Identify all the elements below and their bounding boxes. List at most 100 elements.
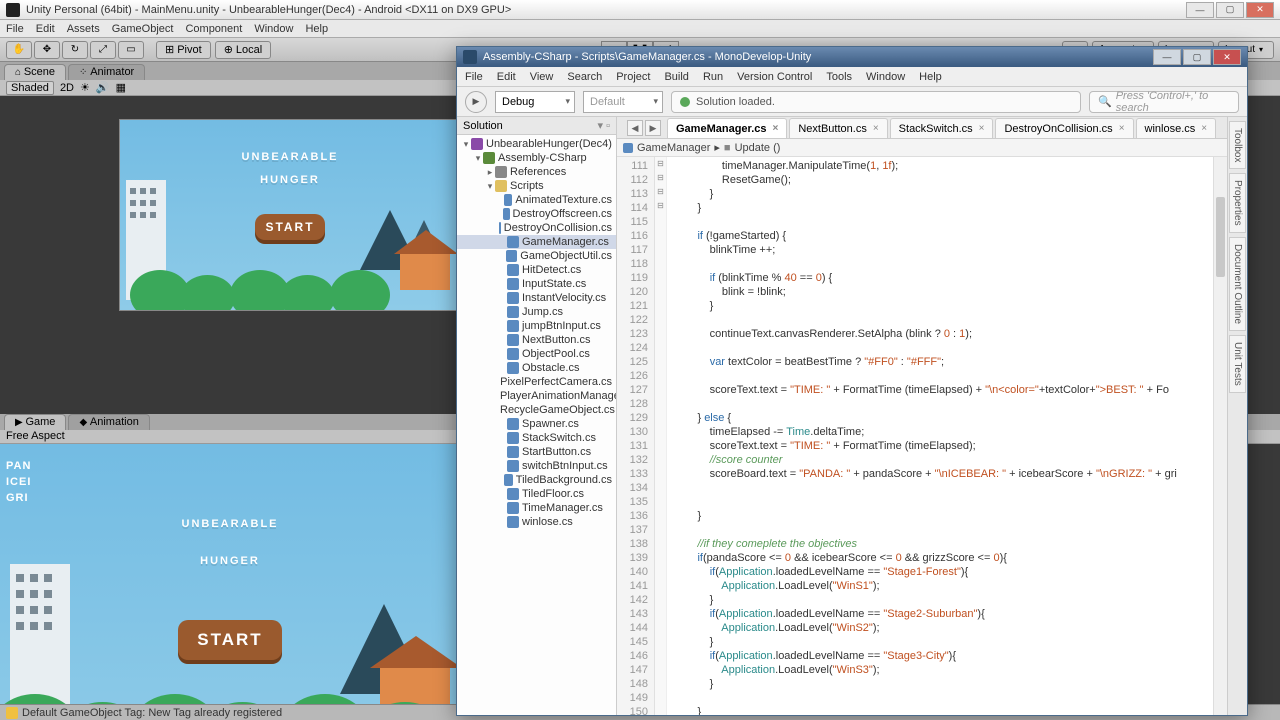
audio-toggle-icon[interactable]: 🔊 xyxy=(96,81,110,94)
search-input[interactable]: 🔍 Press 'Control+,' to search xyxy=(1089,91,1239,113)
menu-window[interactable]: Window xyxy=(254,23,293,35)
start-button[interactable]: START xyxy=(255,214,325,240)
minimize-button[interactable]: — xyxy=(1186,2,1214,18)
tab-game[interactable]: ▶ Game xyxy=(4,414,66,430)
tree-item[interactable]: PixelPerfectCamera.cs xyxy=(457,375,616,389)
run-button-icon[interactable]: ▶ xyxy=(465,91,487,113)
breadcrumb[interactable]: GameManager ▸ ■ Update () xyxy=(617,139,1227,157)
local-toggle[interactable]: ⊕Local xyxy=(215,41,272,59)
aspect-dropdown[interactable]: Free Aspect xyxy=(6,430,65,442)
menu-gameobject[interactable]: GameObject xyxy=(112,23,174,35)
editor-tab[interactable]: winlose.cs× xyxy=(1136,118,1217,138)
target-dropdown[interactable]: Default xyxy=(583,91,663,113)
scale-tool-icon[interactable]: ⤢ xyxy=(90,41,116,59)
code-content[interactable]: timeManager.ManipulateTime(1, 1f); Reset… xyxy=(667,157,1227,715)
tree-item[interactable]: TiledFloor.cs xyxy=(457,487,616,501)
mono-minimize-button[interactable]: — xyxy=(1153,49,1181,65)
close-tab-icon[interactable]: × xyxy=(1119,123,1125,134)
tree-item[interactable]: StartButton.cs xyxy=(457,445,616,459)
tree-item[interactable]: Spawner.cs xyxy=(457,417,616,431)
side-tab-toolbox[interactable]: Toolbox xyxy=(1229,121,1246,169)
config-dropdown[interactable]: Debug xyxy=(495,91,575,113)
tree-item[interactable]: ▾Scripts xyxy=(457,179,616,193)
tree-item[interactable]: RecycleGameObject.cs xyxy=(457,403,616,417)
tree-item[interactable]: GameManager.cs xyxy=(457,235,616,249)
maximize-button[interactable]: ▢ xyxy=(1216,2,1244,18)
tree-item[interactable]: InstantVelocity.cs xyxy=(457,291,616,305)
panel-options-icon[interactable]: ▾ ▫ xyxy=(598,119,610,132)
2d-toggle[interactable]: 2D xyxy=(60,82,74,94)
start-button-large[interactable]: START xyxy=(178,620,282,660)
tree-item[interactable]: winlose.cs xyxy=(457,515,616,529)
side-tab-document-outline[interactable]: Document Outline xyxy=(1229,237,1246,331)
scrollbar-thumb[interactable] xyxy=(1216,197,1225,277)
nav-back-icon[interactable]: ◀ xyxy=(627,120,643,136)
menu-project[interactable]: Project xyxy=(616,71,650,83)
mono-titlebar[interactable]: Assembly-CSharp - Scripts\GameManager.cs… xyxy=(457,47,1247,67)
tree-item[interactable]: DestroyOffscreen.cs xyxy=(457,207,616,221)
tree-item[interactable]: jumpBtnInput.cs xyxy=(457,319,616,333)
mono-maximize-button[interactable]: ▢ xyxy=(1183,49,1211,65)
tree-item[interactable]: ▸References xyxy=(457,165,616,179)
tree-item[interactable]: TimeManager.cs xyxy=(457,501,616,515)
menu-file[interactable]: File xyxy=(6,23,24,35)
shading-dropdown[interactable]: Shaded xyxy=(6,81,54,95)
close-tab-icon[interactable]: × xyxy=(773,123,779,134)
tree-item[interactable]: ▾Assembly-CSharp xyxy=(457,151,616,165)
fx-toggle-icon[interactable]: ▦ xyxy=(116,81,126,94)
menu-help[interactable]: Help xyxy=(305,23,328,35)
vertical-scrollbar[interactable] xyxy=(1213,157,1227,715)
tab-animator[interactable]: ⁘ Animator xyxy=(68,64,145,80)
code-editor[interactable]: 111 112 113 114 115 116 117 118 119 120 … xyxy=(617,157,1227,715)
tree-item[interactable]: GameObjectUtil.cs xyxy=(457,249,616,263)
tree-item[interactable]: StackSwitch.cs xyxy=(457,431,616,445)
rotate-tool-icon[interactable]: ↻ xyxy=(62,41,88,59)
rect-tool-icon[interactable]: ▭ xyxy=(118,41,144,59)
hand-tool-icon[interactable]: ✋ xyxy=(6,41,32,59)
close-tab-icon[interactable]: × xyxy=(873,123,879,134)
tree-item[interactable]: AnimatedTexture.cs xyxy=(457,193,616,207)
fold-gutter[interactable]: ⊟ ⊟ ⊟ ⊟ xyxy=(655,157,667,715)
menu-run[interactable]: Run xyxy=(703,71,723,83)
menu-component[interactable]: Component xyxy=(185,23,242,35)
side-tab-properties[interactable]: Properties xyxy=(1229,173,1246,233)
tree-item[interactable]: Jump.cs xyxy=(457,305,616,319)
light-toggle-icon[interactable]: ☀ xyxy=(80,81,90,94)
tree-item[interactable]: ▾UnbearableHunger(Dec4) xyxy=(457,137,616,151)
move-tool-icon[interactable]: ✥ xyxy=(34,41,60,59)
solution-tree[interactable]: ▾UnbearableHunger(Dec4)▾Assembly-CSharp▸… xyxy=(457,135,616,715)
mono-close-button[interactable]: ✕ xyxy=(1213,49,1241,65)
tree-item[interactable]: NextButton.cs xyxy=(457,333,616,347)
menu-build[interactable]: Build xyxy=(664,71,688,83)
tree-item[interactable]: HitDetect.cs xyxy=(457,263,616,277)
side-tab-unit-tests[interactable]: Unit Tests xyxy=(1229,335,1246,393)
close-tab-icon[interactable]: × xyxy=(1201,123,1207,134)
tree-item[interactable]: ObjectPool.cs xyxy=(457,347,616,361)
pivot-toggle[interactable]: ⊞Pivot xyxy=(156,41,211,59)
tree-item[interactable]: InputState.cs xyxy=(457,277,616,291)
tree-item[interactable]: TiledBackground.cs xyxy=(457,473,616,487)
tree-item[interactable]: DestroyOnCollision.cs xyxy=(457,221,616,235)
editor-tab[interactable]: NextButton.cs× xyxy=(789,118,887,138)
tree-item[interactable]: switchBtnInput.cs xyxy=(457,459,616,473)
close-button[interactable]: ✕ xyxy=(1246,2,1274,18)
close-tab-icon[interactable]: × xyxy=(979,123,985,134)
menu-window[interactable]: Window xyxy=(866,71,905,83)
menu-version-control[interactable]: Version Control xyxy=(737,71,812,83)
menu-search[interactable]: Search xyxy=(567,71,602,83)
tab-animation[interactable]: ◆ Animation xyxy=(68,414,149,430)
tree-item[interactable]: Obstacle.cs xyxy=(457,361,616,375)
editor-tab[interactable]: StackSwitch.cs× xyxy=(890,118,994,138)
menu-edit[interactable]: Edit xyxy=(36,23,55,35)
editor-tab[interactable]: GameManager.cs× xyxy=(667,118,787,138)
menu-edit[interactable]: Edit xyxy=(497,71,516,83)
nav-fwd-icon[interactable]: ▶ xyxy=(645,120,661,136)
tab-scene[interactable]: ⌂ Scene xyxy=(4,64,66,80)
tree-item[interactable]: PlayerAnimationManager.c xyxy=(457,389,616,403)
menu-view[interactable]: View xyxy=(530,71,554,83)
menu-assets[interactable]: Assets xyxy=(67,23,100,35)
editor-tab[interactable]: DestroyOnCollision.cs× xyxy=(995,118,1133,138)
menu-help[interactable]: Help xyxy=(919,71,942,83)
menu-tools[interactable]: Tools xyxy=(826,71,852,83)
menu-file[interactable]: File xyxy=(465,71,483,83)
